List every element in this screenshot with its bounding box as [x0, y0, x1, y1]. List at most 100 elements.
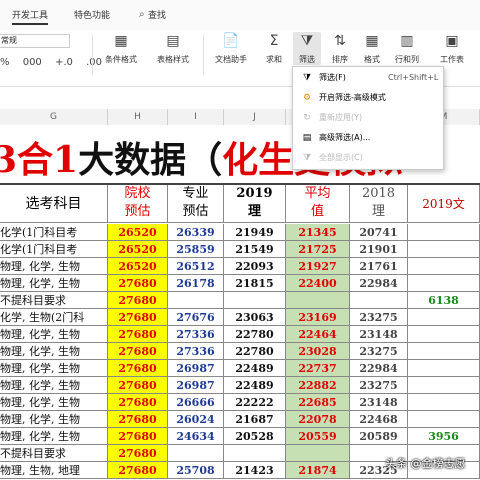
cell-major[interactable]: 25859 — [168, 241, 224, 258]
cell-y2019[interactable]: 22489 — [224, 360, 286, 377]
cell-college[interactable]: 26520 — [108, 258, 168, 275]
percent-format-button[interactable]: % — [0, 57, 10, 68]
cell-avg[interactable]: 22400 — [286, 275, 350, 292]
cell-subject[interactable]: 化学, 生物(2门科 — [0, 309, 108, 326]
cell-avg[interactable]: 21345 — [286, 224, 350, 241]
cell-subject[interactable]: 物理, 生物, 地理 — [0, 462, 108, 479]
cell-extra[interactable] — [408, 275, 480, 292]
cell-y2018[interactable]: 23148 — [350, 326, 408, 343]
cell-avg[interactable] — [286, 445, 350, 462]
cond-format-button[interactable]: ▦ 条件格式 — [100, 32, 142, 65]
column-header-g[interactable]: G — [0, 109, 108, 125]
cell-y2018[interactable]: 21761 — [350, 258, 408, 275]
cell-y2018[interactable]: 23275 — [350, 343, 408, 360]
header-2018-science[interactable]: 2018 理 — [350, 185, 408, 223]
cell-college[interactable]: 27680 — [108, 445, 168, 462]
cell-y2019[interactable]: 22780 — [224, 326, 286, 343]
header-major[interactable]: 专业 预估 — [168, 185, 224, 223]
cell-avg[interactable]: 20559 — [286, 428, 350, 445]
cell-avg[interactable]: 21874 — [286, 462, 350, 479]
cell-college[interactable]: 27680 — [108, 428, 168, 445]
advanced-mode-menu-item[interactable]: ⚙ 开启筛选-高级模式 — [293, 88, 443, 108]
cell-major[interactable]: 26666 — [168, 394, 224, 411]
cell-y2018[interactable]: 22468 — [350, 411, 408, 428]
cell-y2018[interactable]: 22984 — [350, 275, 408, 292]
cell-avg[interactable]: 23169 — [286, 309, 350, 326]
cell-college[interactable]: 26520 — [108, 224, 168, 241]
cell-subject[interactable]: 化学(1门科目考 — [0, 241, 108, 258]
cell-extra[interactable] — [408, 377, 480, 394]
cell-college[interactable]: 27680 — [108, 326, 168, 343]
sort-button[interactable]: ⇅ 排序 — [326, 32, 354, 65]
cell-subject[interactable]: 物理, 化学, 生物 — [0, 377, 108, 394]
cell-college[interactable]: 27680 — [108, 377, 168, 394]
cell-college[interactable]: 26520 — [108, 241, 168, 258]
cell-subject[interactable]: 物理, 化学, 生物 — [0, 411, 108, 428]
cell-major[interactable]: 26024 — [168, 411, 224, 428]
cell-extra[interactable] — [408, 309, 480, 326]
cell-major[interactable]: 26512 — [168, 258, 224, 275]
cell-college[interactable]: 27680 — [108, 360, 168, 377]
cell-y2019[interactable] — [224, 445, 286, 462]
cell-y2018[interactable]: 20741 — [350, 224, 408, 241]
advanced-filter-menu-item[interactable]: ▤ 高级筛选(A)... — [293, 128, 443, 148]
cell-y2019[interactable]: 22489 — [224, 377, 286, 394]
cell-extra[interactable]: 3956 — [408, 428, 480, 445]
cell-y2019[interactable]: 22093 — [224, 258, 286, 275]
cell-subject[interactable]: 物理, 化学, 生物 — [0, 275, 108, 292]
cell-subject[interactable]: 化学(1门科目考 — [0, 224, 108, 241]
cell-y2018[interactable]: 21901 — [350, 241, 408, 258]
column-header-h[interactable]: H — [108, 109, 168, 125]
filter-menu-item[interactable]: ⧩ 筛选(F) Ctrl+Shift+L — [293, 68, 443, 88]
cell-y2019[interactable]: 23063 — [224, 309, 286, 326]
search-icon[interactable]: ⌕ — [139, 9, 145, 20]
cell-extra[interactable] — [408, 394, 480, 411]
filter-button[interactable]: ⧩ 筛选 — [293, 32, 321, 65]
cell-subject[interactable]: 物理, 化学, 生物 — [0, 326, 108, 343]
header-2019-science[interactable]: 2019 理 — [224, 185, 286, 223]
cell-extra[interactable] — [408, 326, 480, 343]
table-style-button[interactable]: ▤ 表格样式 — [150, 32, 196, 65]
cell-avg[interactable]: 22464 — [286, 326, 350, 343]
sum-button[interactable]: Σ 求和 — [262, 32, 286, 65]
cell-subject[interactable]: 不提科目要求 — [0, 445, 108, 462]
cell-y2018[interactable]: 20589 — [350, 428, 408, 445]
cell-y2019[interactable]: 21549 — [224, 241, 286, 258]
cell-avg[interactable]: 22737 — [286, 360, 350, 377]
cell-avg[interactable] — [286, 292, 350, 309]
cell-y2019[interactable]: 21687 — [224, 411, 286, 428]
cell-extra[interactable] — [408, 343, 480, 360]
cell-major[interactable]: 24634 — [168, 428, 224, 445]
cell-college[interactable]: 27680 — [108, 343, 168, 360]
worksheet-button[interactable]: ▣ 工作表 — [432, 32, 472, 65]
column-header-i[interactable]: I — [168, 109, 224, 125]
cell-major[interactable]: 27676 — [168, 309, 224, 326]
cell-major[interactable]: 26178 — [168, 275, 224, 292]
cell-y2019[interactable]: 21423 — [224, 462, 286, 479]
cell-subject[interactable]: 物理, 化学, 生物 — [0, 394, 108, 411]
cell-subject[interactable]: 物理, 化学, 生物 — [0, 343, 108, 360]
cell-subject[interactable]: 物理, 化学, 生物 — [0, 428, 108, 445]
menu-special-features[interactable]: 特色功能 — [74, 8, 110, 21]
cell-major[interactable]: 26339 — [168, 224, 224, 241]
header-2019-liberal[interactable]: 2019文 — [408, 185, 480, 223]
menu-developer-tools[interactable]: 开发工具 — [12, 8, 49, 25]
increase-decimal-button[interactable]: +.0 — [55, 57, 73, 68]
cell-major[interactable]: 27336 — [168, 343, 224, 360]
cell-y2019[interactable]: 22222 — [224, 394, 286, 411]
cell-college[interactable]: 27680 — [108, 309, 168, 326]
cell-subject[interactable]: 物理, 化学, 生物 — [0, 360, 108, 377]
cell-major[interactable] — [168, 445, 224, 462]
cell-subject[interactable]: 物理, 化学, 生物 — [0, 258, 108, 275]
menu-search[interactable]: 查找 — [148, 8, 166, 21]
cell-y2019[interactable]: 21949 — [224, 224, 286, 241]
cell-y2018[interactable]: 23275 — [350, 309, 408, 326]
cell-college[interactable]: 27680 — [108, 462, 168, 479]
cell-college[interactable]: 27680 — [108, 275, 168, 292]
thousands-format-button[interactable]: 000 — [23, 57, 42, 68]
rowcol-button[interactable]: ▥ 行和列 — [390, 32, 424, 65]
cell-extra[interactable] — [408, 258, 480, 275]
cell-avg[interactable]: 21927 — [286, 258, 350, 275]
number-format-select[interactable]: 常规 — [0, 34, 70, 48]
cell-major[interactable]: 26987 — [168, 360, 224, 377]
